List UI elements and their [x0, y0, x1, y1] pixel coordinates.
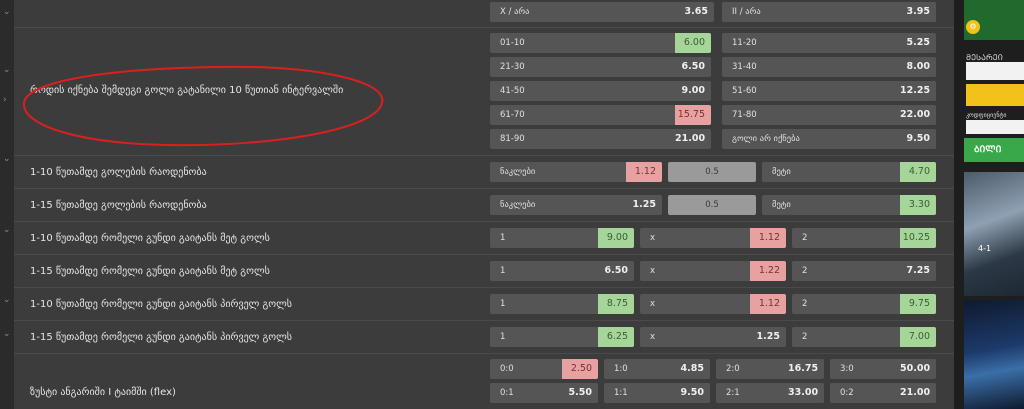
odds-button[interactable]: 11-20 5.25: [722, 33, 936, 53]
annotation-ellipse: [22, 65, 384, 147]
odds-button[interactable]: 1:1 9.50: [604, 383, 710, 403]
coupon-label: კოდფიციენტი: [966, 112, 1007, 119]
odds-button[interactable]: 1 6.50: [490, 261, 634, 281]
total-line: 0.5: [668, 195, 756, 215]
odds-button[interactable]: 71-80 22.00: [722, 105, 936, 125]
over-odds-button[interactable]: მეტი 4.70: [762, 162, 936, 182]
chevron-right-icon[interactable]: ›: [3, 96, 7, 105]
market-title: ზუსტი ანგარიში I ტაიმში (flex): [30, 387, 176, 398]
odds-button[interactable]: 0:2 21.00: [830, 383, 936, 403]
ticket-button[interactable]: ᲑᲘᲚᲘ: [964, 138, 1024, 162]
market-row: 1-15 წუთამდე რომელი გუნდი გაიტანს მეტ გო…: [14, 255, 954, 288]
over-odds-button[interactable]: მეტი 3.30: [762, 195, 936, 215]
betting-markets-panel: X / არა 3.65 II / არა 3.95 როდის იქნება …: [14, 0, 954, 409]
promo-image[interactable]: 4-1: [964, 172, 1024, 296]
score-text: 4-1: [978, 244, 992, 253]
odds-button[interactable]: 2:0 16.75: [716, 359, 824, 379]
odds-button[interactable]: II / არა 3.95: [722, 2, 936, 22]
promo-sidebar: ⚙ ᲛᲔᲡᲐᲠᲔᲘ კოდფიციენტი ᲑᲘᲚᲘ 4-1: [954, 0, 1024, 409]
left-nav-strip: ⌄ ⌄ › ⌄ ⌄ ⌄ ⌄: [0, 0, 14, 409]
odds-button[interactable]: 21-30 6.50: [490, 57, 711, 77]
odds-button[interactable]: 81-90 21.00: [490, 129, 711, 149]
odds-button[interactable]: 0:1 5.50: [490, 383, 598, 403]
odds-button[interactable]: 2:1 33.00: [716, 383, 824, 403]
promo-input[interactable]: [966, 62, 1024, 80]
market-row: 1-15 წუთამდე რომელი გუნდი გაიტანს პირველ…: [14, 321, 954, 354]
total-line: 0.5: [668, 162, 756, 182]
odds-button[interactable]: x 1.25: [640, 327, 786, 347]
odds-button[interactable]: 2 7.00: [792, 327, 936, 347]
odds-button[interactable]: X / არა 3.65: [490, 2, 714, 22]
market-title: 1-15 წუთამდე გოლების რაოდენობა: [30, 200, 207, 211]
chevron-down-icon[interactable]: ⌄: [3, 8, 11, 17]
odds-button[interactable]: 3:0 50.00: [830, 359, 936, 379]
promo-yellow-field[interactable]: [966, 84, 1024, 106]
chevron-down-icon[interactable]: ⌄: [3, 296, 11, 305]
odds-button[interactable]: 0:0 2.50: [490, 359, 598, 379]
market-title: 1-15 წუთამდე რომელი გუნდი გაიტანს მეტ გო…: [30, 266, 270, 277]
odds-button[interactable]: x 1.12: [640, 294, 786, 314]
market-row-correct-score: ზუსტი ანგარიში I ტაიმში (flex) 0:0 2.50 …: [14, 354, 954, 409]
promo-image[interactable]: [964, 300, 1024, 409]
market-row: 1-10 წუთამდე გოლების რაოდენობა ნაკლები 1…: [14, 156, 954, 189]
odds-button[interactable]: 01-10 6.00: [490, 33, 711, 53]
odds-button[interactable]: 2 9.75: [792, 294, 936, 314]
chevron-down-icon[interactable]: ⌄: [3, 66, 11, 75]
odds-button[interactable]: 2 7.25: [792, 261, 936, 281]
market-title: 1-15 წუთამდე რომელი გუნდი გაიტანს პირველ…: [30, 332, 293, 343]
coin-icon: ⚙: [966, 20, 980, 34]
under-odds-button[interactable]: ნაკლები 1.12: [490, 162, 662, 182]
odds-button[interactable]: 61-70 15.75: [490, 105, 711, 125]
chevron-down-icon[interactable]: ⌄: [3, 226, 11, 235]
under-odds-button[interactable]: ნაკლები 1.25: [490, 195, 662, 215]
market-title: 1-10 წუთამდე რომელი გუნდი გაიტანს პირველ…: [30, 299, 293, 310]
odds-button[interactable]: 51-60 12.25: [722, 81, 936, 101]
odds-button[interactable]: 1 6.25: [490, 327, 634, 347]
odds-button[interactable]: x 1.22: [640, 261, 786, 281]
market-row: 1-15 წუთამდე გოლების რაოდენობა ნაკლები 1…: [14, 189, 954, 222]
market-title: 1-10 წუთამდე გოლების რაოდენობა: [30, 167, 207, 178]
odds-button[interactable]: x 1.12: [640, 228, 786, 248]
odds-button[interactable]: 2 10.25: [792, 228, 936, 248]
market-row: 1-10 წუთამდე რომელი გუნდი გაიტანს მეტ გო…: [14, 222, 954, 255]
market-row: X / არა 3.65 II / არა 3.95: [14, 0, 954, 28]
market-row: 1-10 წუთამდე რომელი გუნდი გაიტანს პირველ…: [14, 288, 954, 321]
odds-button[interactable]: გოლი არ იქნება 9.50: [722, 129, 936, 149]
odds-button[interactable]: 41-50 9.00: [490, 81, 711, 101]
odds-button[interactable]: 1 9.00: [490, 228, 634, 248]
market-title: 1-10 წუთამდე რომელი გუნდი გაიტანს მეტ გო…: [30, 233, 270, 244]
odds-button[interactable]: 1:0 4.85: [604, 359, 710, 379]
chevron-down-icon[interactable]: ⌄: [3, 330, 11, 339]
odds-button[interactable]: 31-40 8.00: [722, 57, 936, 77]
odds-button[interactable]: 1 8.75: [490, 294, 634, 314]
coupon-input[interactable]: [966, 120, 1024, 134]
chevron-down-icon[interactable]: ⌄: [3, 155, 11, 164]
